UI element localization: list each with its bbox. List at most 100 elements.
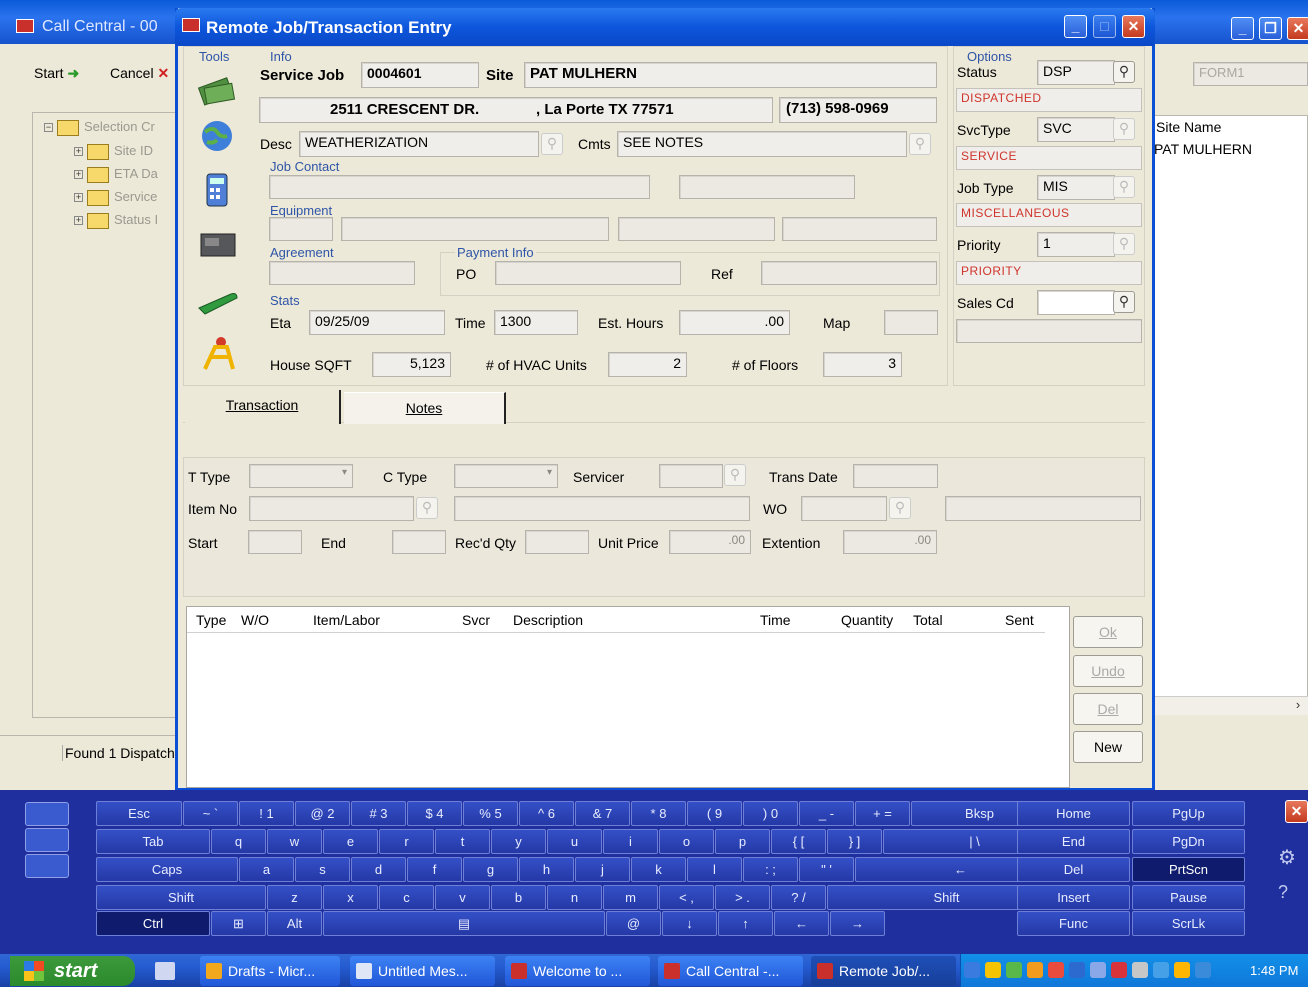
money-icon[interactable]	[197, 72, 239, 110]
tray-icon[interactable]	[1174, 962, 1190, 978]
key-0[interactable]: Tab	[96, 829, 210, 854]
col-time[interactable]: Time	[760, 612, 791, 628]
key-2[interactable]: w	[267, 829, 322, 854]
ttype-select[interactable]: ▾	[249, 464, 353, 488]
key-11[interactable]: ) 0	[743, 801, 798, 826]
tree-item-status[interactable]: + Status I	[74, 212, 158, 229]
cash-register-icon[interactable]	[197, 228, 239, 266]
workman-icon[interactable]	[197, 335, 239, 373]
nav-key-0[interactable]: Home	[1017, 801, 1130, 826]
equipment-field-3[interactable]	[618, 217, 775, 241]
key-8[interactable]: k	[631, 857, 686, 882]
minimize-button[interactable]: _	[1064, 15, 1087, 38]
jobtype-field[interactable]: MIS	[1037, 175, 1115, 200]
key-8[interactable]: & 7	[575, 801, 630, 826]
jobtype-lookup-icon[interactable]: ⚲	[1113, 176, 1135, 198]
tree-item-site-id[interactable]: + Site ID	[74, 143, 153, 160]
col-wo[interactable]: W/O	[241, 612, 269, 628]
service-job-field[interactable]: 0004601	[361, 62, 479, 88]
est-hours-field[interactable]: .00	[679, 310, 790, 335]
ok-button[interactable]: Ok	[1073, 616, 1143, 648]
item-no-lookup-icon[interactable]: ⚲	[416, 497, 438, 519]
priority-field[interactable]: 1	[1037, 232, 1115, 257]
key-6[interactable]: % 5	[463, 801, 518, 826]
key-9[interactable]: * 8	[631, 801, 686, 826]
nav-key-7[interactable]: Pause	[1132, 885, 1245, 910]
po-field[interactable]	[495, 261, 681, 285]
site-field[interactable]: PAT MULHERN	[524, 62, 937, 88]
undo-button[interactable]: Undo	[1073, 655, 1143, 687]
tab-notes[interactable]: Notes	[344, 392, 506, 424]
key-1[interactable]: z	[267, 885, 322, 910]
form-field[interactable]: FORM1	[1193, 62, 1308, 86]
desc-lookup-icon[interactable]: ⚲	[541, 133, 563, 155]
desc-field[interactable]: WEATHERIZATION	[299, 131, 539, 157]
close-button[interactable]: ✕	[1122, 15, 1145, 38]
servicer-field[interactable]	[659, 464, 723, 488]
key-11[interactable]: " '	[799, 857, 854, 882]
tray-icon[interactable]	[1153, 962, 1169, 978]
key-5[interactable]: b	[491, 885, 546, 910]
unit-price-field[interactable]: .00	[669, 530, 751, 554]
tree-item-service[interactable]: + Service	[74, 189, 157, 206]
tray-icon[interactable]	[1090, 962, 1106, 978]
transaction-grid[interactable]	[186, 606, 1070, 788]
key-4[interactable]: @	[606, 911, 661, 936]
nav-key-3[interactable]: PgDn	[1132, 829, 1245, 854]
maximize-button[interactable]: □	[1093, 15, 1116, 38]
key-5[interactable]: g	[463, 857, 518, 882]
tray-icon[interactable]	[964, 962, 980, 978]
tree-item-eta[interactable]: + ETA Da	[74, 166, 158, 183]
col-item-labor[interactable]: Item/Labor	[313, 612, 380, 628]
end-field[interactable]	[392, 530, 446, 554]
task-untitled-message[interactable]: Untitled Mes...	[350, 956, 495, 986]
start-field[interactable]	[248, 530, 302, 554]
key-8[interactable]: i	[603, 829, 658, 854]
address-field[interactable]: 2511 CRESCENT DR. , La Porte TX 77571	[259, 97, 773, 123]
col-svcr[interactable]: Svcr	[462, 612, 490, 628]
item-description-field[interactable]	[454, 496, 750, 521]
key-3[interactable]: e	[323, 829, 378, 854]
nav-key-2[interactable]: End	[1017, 829, 1130, 854]
wo-field[interactable]	[801, 496, 887, 521]
bg-close-button[interactable]: ✕	[1287, 17, 1308, 40]
wo-lookup-icon[interactable]: ⚲	[889, 497, 911, 519]
key-0[interactable]: Ctrl	[96, 911, 210, 936]
key-12[interactable]: } ]	[827, 829, 882, 854]
cmts-field[interactable]: SEE NOTES	[617, 131, 907, 157]
job-contact-name-field[interactable]	[269, 175, 650, 199]
key-2[interactable]: x	[323, 885, 378, 910]
recd-qty-field[interactable]	[525, 530, 589, 554]
eta-field[interactable]: 09/25/09	[309, 310, 445, 335]
key-4[interactable]: # 3	[351, 801, 406, 826]
servicer-lookup-icon[interactable]: ⚲	[724, 464, 746, 486]
tree-root[interactable]: − Selection Cr	[44, 119, 155, 136]
status-field[interactable]: DSP	[1037, 60, 1115, 85]
cmts-lookup-icon[interactable]: ⚲	[909, 133, 931, 155]
key-11[interactable]: { [	[771, 829, 826, 854]
nav-key-8[interactable]: Func	[1017, 911, 1130, 936]
key-5[interactable]: ↓	[662, 911, 717, 936]
key-2[interactable]: Alt	[267, 911, 322, 936]
trans-date-field[interactable]	[853, 464, 938, 488]
key-0[interactable]: Esc	[96, 801, 182, 826]
key-6[interactable]: ↑	[718, 911, 773, 936]
calculator-icon[interactable]	[197, 172, 239, 210]
key-10[interactable]: ( 9	[687, 801, 742, 826]
key-8[interactable]: < ,	[659, 885, 714, 910]
new-button[interactable]: New	[1073, 731, 1143, 763]
nav-key-1[interactable]: PgUp	[1132, 801, 1245, 826]
keyboard-settings-icon[interactable]: ⚙	[1278, 845, 1296, 870]
keyboard-layout-button-2[interactable]	[25, 828, 69, 852]
site-name-cell[interactable]: PAT MULHERN	[1154, 141, 1252, 157]
key-7[interactable]: ^ 6	[519, 801, 574, 826]
cancel-toolbar-button[interactable]: Cancel ✕	[110, 65, 169, 82]
bg-minimize-button[interactable]: _	[1231, 17, 1254, 40]
nav-key-5[interactable]: PrtScn	[1132, 857, 1245, 882]
priority-lookup-icon[interactable]: ⚲	[1113, 233, 1135, 255]
key-7[interactable]: ←	[774, 911, 829, 936]
equipment-field-1[interactable]	[269, 217, 333, 241]
ctype-select[interactable]: ▾	[454, 464, 558, 488]
del-button[interactable]: Del	[1073, 693, 1143, 725]
col-description[interactable]: Description	[513, 612, 583, 628]
